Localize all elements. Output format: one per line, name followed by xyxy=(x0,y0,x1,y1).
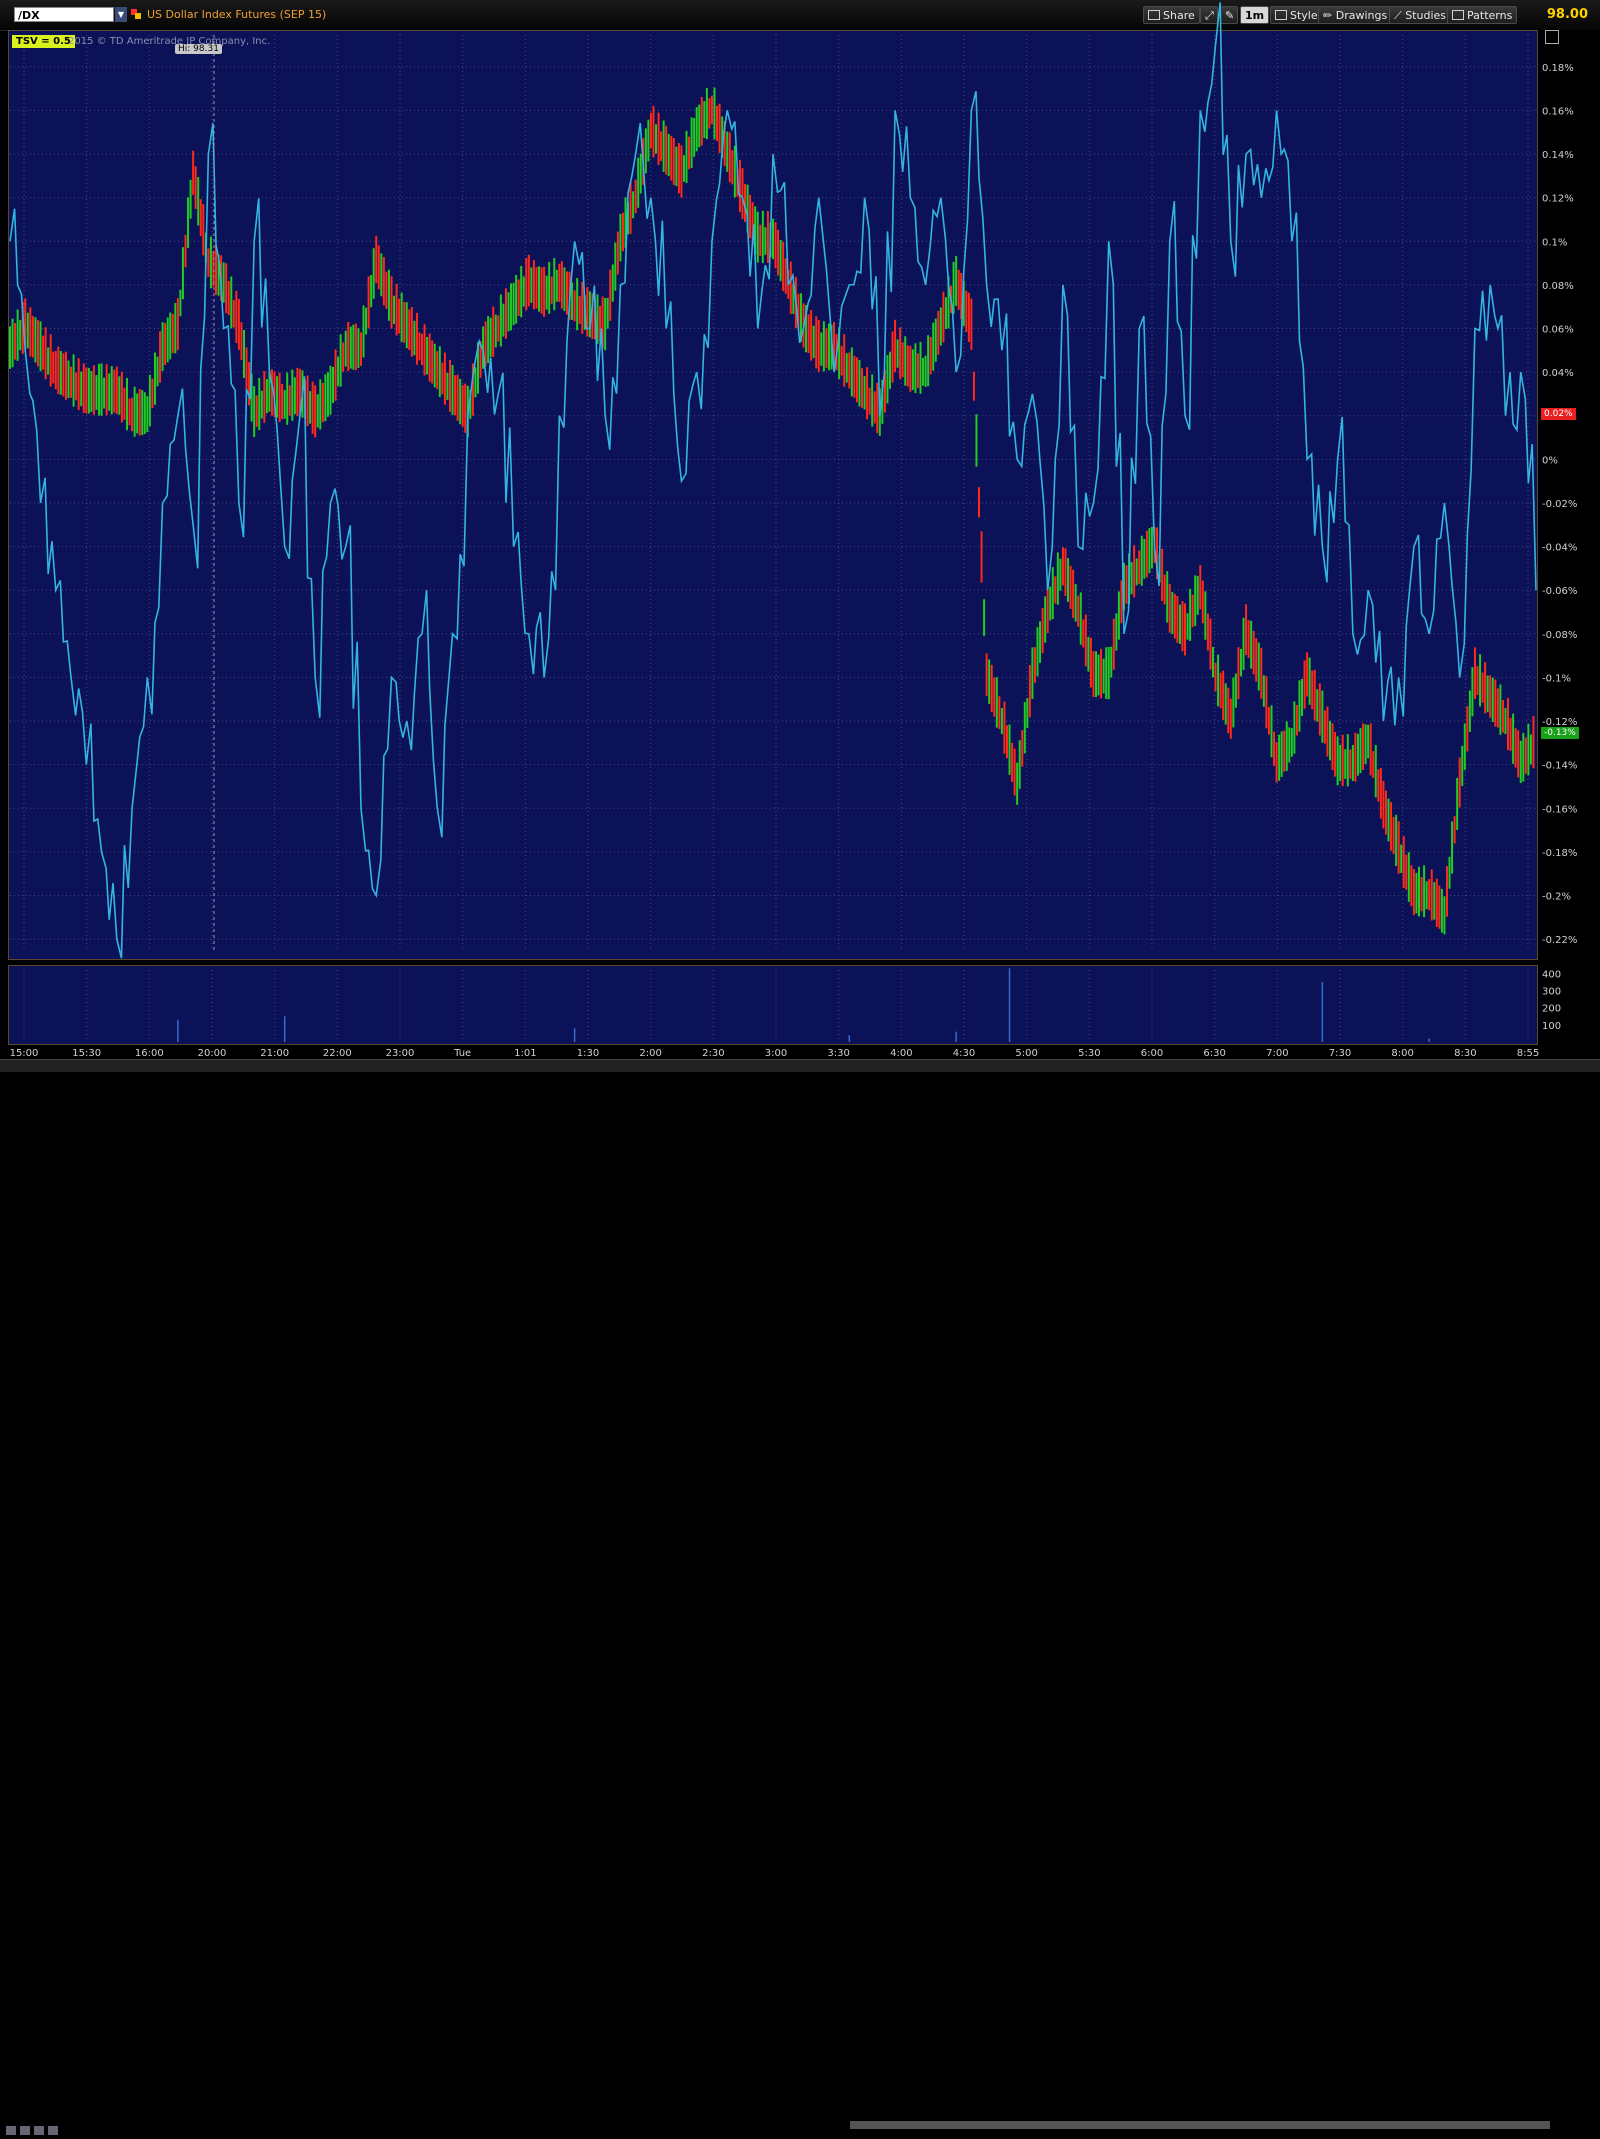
y-tick-label: -0.18% xyxy=(1542,848,1577,859)
y-tick-label: -0.2% xyxy=(1542,891,1571,902)
pan-icon[interactable] xyxy=(34,2126,44,2135)
x-tick-label: 4:00 xyxy=(890,1048,912,1059)
x-tick-label: 7:00 xyxy=(1266,1048,1288,1059)
x-tick-label: 1:01 xyxy=(514,1048,536,1059)
x-tick-label: 22:00 xyxy=(323,1048,352,1059)
volume-tick-label: 300 xyxy=(1542,987,1561,998)
volume-tick-label: 200 xyxy=(1542,1004,1561,1015)
x-tick-label: 23:00 xyxy=(386,1048,415,1059)
high-price-label: Hi: 98.31 xyxy=(175,44,222,54)
zoom-in-icon[interactable] xyxy=(6,2126,16,2135)
y-tick-label: 0.18% xyxy=(1542,63,1574,74)
y-tick-label: -0.02% xyxy=(1542,499,1577,510)
x-tick-label: 6:30 xyxy=(1203,1048,1225,1059)
x-tick-label: 5:30 xyxy=(1078,1048,1100,1059)
price-tag-green: -0.13% xyxy=(1541,727,1579,739)
y-tick-label: -0.08% xyxy=(1542,630,1577,641)
y-tick-label: 0.1% xyxy=(1542,237,1567,248)
x-tick-label: 5:00 xyxy=(1015,1048,1037,1059)
y-tick-label: 0.08% xyxy=(1542,281,1574,292)
y-tick-label: -0.04% xyxy=(1542,543,1577,554)
x-tick-label: 3:30 xyxy=(827,1048,849,1059)
x-tick-label: 1:30 xyxy=(577,1048,599,1059)
x-tick-label: 16:00 xyxy=(135,1048,164,1059)
y-tick-label: -0.16% xyxy=(1542,804,1577,815)
y-tick-label: 0.04% xyxy=(1542,368,1574,379)
tsv-line xyxy=(9,2,1537,959)
zoom-out-icon[interactable] xyxy=(20,2126,30,2135)
x-tick-label: 8:00 xyxy=(1391,1048,1413,1059)
x-tick-label: 8:55 xyxy=(1517,1048,1539,1059)
drawing-tool-icon[interactable] xyxy=(1545,30,1559,44)
y-tick-label: 0.16% xyxy=(1542,106,1574,117)
chart-svg: 0.18% 0.16% 0.14% 0.12% 0.1% 0.08% 0.06% 0.04% 0… xyxy=(9,2,1577,1059)
y-tick-label: -0.14% xyxy=(1542,761,1577,772)
x-tick-label: 8:30 xyxy=(1454,1048,1476,1059)
x-tick-label: 6:00 xyxy=(1141,1048,1163,1059)
x-tick-label: 2:00 xyxy=(639,1048,661,1059)
x-tick-label: 4:30 xyxy=(953,1048,975,1059)
y-tick-label: 0.06% xyxy=(1542,324,1574,335)
volume-tick-label: 400 xyxy=(1542,969,1561,980)
study-label[interactable]: TSV = 0.5 xyxy=(12,35,75,48)
crosshair-icon[interactable] xyxy=(48,2126,58,2135)
x-tick-label: 3:00 xyxy=(765,1048,787,1059)
copyright-text: 2015 © TD Ameritrade IP Company, Inc. xyxy=(68,36,271,47)
x-tick-label: 15:30 xyxy=(72,1048,101,1059)
scrollbar-thumb[interactable] xyxy=(850,2121,1550,2129)
y-tick-label: -0.22% xyxy=(1542,935,1577,946)
bottom-tools xyxy=(6,2120,86,2135)
y-tick-label: -0.06% xyxy=(1542,586,1577,597)
x-tick-label: 15:00 xyxy=(10,1048,39,1059)
x-tick-label: Tue xyxy=(453,1048,471,1059)
y-tick-label: -0.1% xyxy=(1542,673,1571,684)
y-tick-label: 0.12% xyxy=(1542,194,1574,205)
x-tick-label: 20:00 xyxy=(198,1048,227,1059)
x-tick-label: 21:00 xyxy=(260,1048,289,1059)
y-tick-label: 0% xyxy=(1542,455,1558,466)
x-tick-label: 7:30 xyxy=(1329,1048,1351,1059)
price-tag-red: 0.02% xyxy=(1541,408,1576,420)
volume-tick-label: 100 xyxy=(1542,1021,1561,1032)
x-tick-label: 2:30 xyxy=(702,1048,724,1059)
y-tick-label: 0.14% xyxy=(1542,150,1574,161)
